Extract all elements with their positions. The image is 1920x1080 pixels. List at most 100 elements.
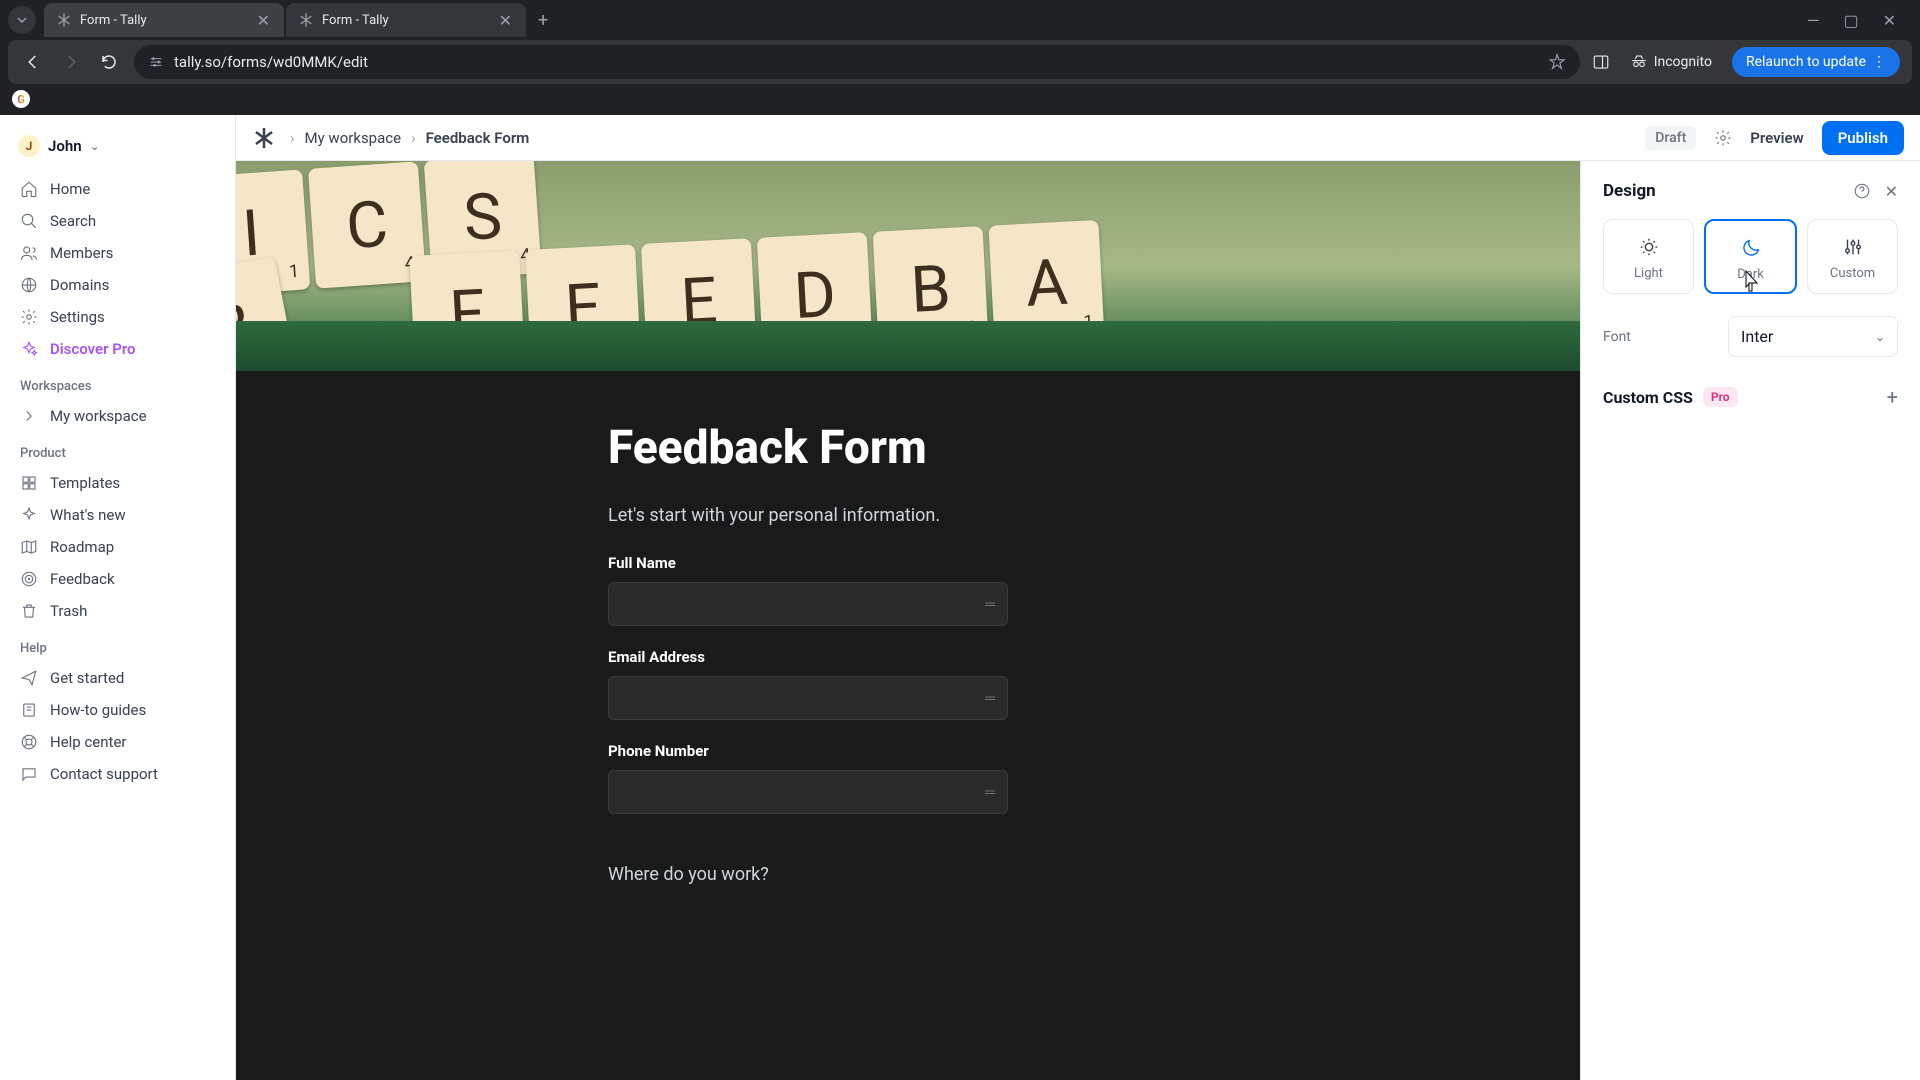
nav-members[interactable]: Members [10,237,225,269]
preview-button[interactable]: Preview [1750,129,1803,147]
workspace-item[interactable]: My workspace [10,400,225,432]
google-shortcut[interactable]: G [12,90,30,108]
asterisk-icon [56,12,72,28]
breadcrumb-workspace[interactable]: My workspace [305,129,402,147]
theme-custom[interactable]: Custom [1807,219,1898,294]
gear-icon [20,308,38,326]
form-intro[interactable]: Let's start with your personal informati… [608,505,1208,526]
nav-trash[interactable]: Trash [10,595,225,627]
custom-css-label: Custom CSS [1603,388,1693,407]
nav-whats-new[interactable]: What's new [10,499,225,531]
drag-handle-icon[interactable]: ═ [985,784,995,801]
nav-templates[interactable]: Templates [10,467,225,499]
avatar: J [18,135,40,157]
user-menu[interactable]: J John ⌄ [10,129,225,163]
nav-roadmap[interactable]: Roadmap [10,531,225,563]
custom-css-row: Custom CSS Pro + [1603,385,1898,409]
drag-handle-icon[interactable]: ═ [985,690,995,707]
font-label: Font [1603,329,1631,345]
nav-contact-support[interactable]: Contact support [10,758,225,790]
tab-search-button[interactable] [8,6,36,34]
cover-image[interactable]: I1 C4 S4 R1 F1 E1 E1 D3 B3 [236,161,1580,371]
browser-tab-active[interactable]: Form - Tally ✕ [44,3,284,37]
maximize-button[interactable]: ▢ [1843,11,1858,30]
site-settings-icon[interactable] [148,54,164,70]
book-icon [20,701,38,719]
nav-domains[interactable]: Domains [10,269,225,301]
home-icon [20,180,38,198]
form-title[interactable]: Feedback Form [608,421,1208,475]
app-container: J John ⌄ Home Search Members [0,115,1920,1080]
tally-logo-icon[interactable] [252,126,276,150]
nav-help-center[interactable]: Help center [10,726,225,758]
chevron-right-icon: › [290,129,295,147]
sparkle-icon [20,340,38,358]
breadcrumb-form[interactable]: Feedback Form [426,129,530,147]
field-label[interactable]: Full Name [608,554,1208,572]
forward-button[interactable] [58,49,84,75]
app-body: J John ⌄ Home Search Members [0,115,1920,1080]
nav-settings[interactable]: Settings [10,301,225,333]
nav-home[interactable]: Home [10,173,225,205]
drag-handle-icon[interactable]: ═ [985,596,995,613]
help-heading: Help [10,627,225,662]
nav-howto[interactable]: How-to guides [10,694,225,726]
help-icon[interactable] [1853,182,1871,201]
close-icon[interactable]: ✕ [497,9,514,32]
browser-chrome: Form - Tally ✕ Form - Tally ✕ + — ▢ ✕ ta… [0,0,1920,115]
nav-search[interactable]: Search [10,205,225,237]
form-text-block[interactable]: Where do you work? [608,864,1208,885]
side-panel-icon[interactable] [1592,53,1610,71]
font-value: Inter [1741,327,1773,346]
theme-light[interactable]: Light [1603,219,1694,294]
close-icon[interactable]: ✕ [1885,182,1898,201]
minimize-button[interactable]: — [1807,11,1820,30]
workspaces-list: My workspace [10,400,225,432]
theme-dark[interactable]: Dark [1704,219,1797,294]
incognito-indicator[interactable]: Incognito [1622,49,1720,75]
chevron-down-icon: ⌄ [1875,330,1885,344]
add-css-button[interactable]: + [1887,385,1898,409]
reload-button[interactable] [96,49,122,75]
moon-icon [1740,237,1762,259]
bookmark-icon[interactable] [1548,53,1566,71]
font-select[interactable]: Inter ⌄ [1728,316,1898,357]
publish-button[interactable]: Publish [1822,121,1904,155]
text-input[interactable]: ═ [608,582,1008,626]
settings-button[interactable] [1714,129,1732,147]
sun-icon [1638,236,1660,258]
form-canvas[interactable]: I1 C4 S4 R1 F1 E1 E1 D3 B3 [236,161,1580,1080]
text-input[interactable]: ═ [608,770,1008,814]
browser-tab[interactable]: Form - Tally ✕ [286,3,526,37]
sparkle-icon [20,506,38,524]
chevron-right-icon [20,407,38,425]
members-icon [20,244,38,262]
app-header: › My workspace › Feedback Form Draft Pre… [236,115,1920,161]
form-content: Feedback Form Let's start with your pers… [588,371,1228,935]
nav-get-started[interactable]: Get started [10,662,225,694]
sliders-icon [1842,236,1864,258]
close-icon[interactable]: ✕ [255,9,272,32]
incognito-icon [1630,53,1648,71]
chevron-down-icon [16,14,28,26]
field-label[interactable]: Phone Number [608,742,1208,760]
main-region: › My workspace › Feedback Form Draft Pre… [236,115,1920,1080]
breadcrumb: › My workspace › Feedback Form [290,129,529,147]
url-text: tally.so/forms/wd0MMK/edit [174,53,1538,71]
template-icon [20,474,38,492]
search-icon [20,212,38,230]
text-input[interactable]: ═ [608,676,1008,720]
chat-icon [20,765,38,783]
new-tab-button[interactable]: + [528,4,558,37]
field-label[interactable]: Email Address [608,648,1208,666]
address-bar[interactable]: tally.so/forms/wd0MMK/edit [134,45,1580,79]
back-button[interactable] [20,49,46,75]
relaunch-button[interactable]: Relaunch to update ⋮ [1732,47,1900,77]
chevron-right-icon: › [411,129,416,147]
nav-feedback[interactable]: Feedback [10,563,225,595]
nav-discover-pro[interactable]: Discover Pro [10,333,225,365]
close-window-button[interactable]: ✕ [1883,11,1896,30]
bookmark-bar: G [0,84,1920,114]
asterisk-icon [298,12,314,28]
product-nav: Templates What's new Roadmap Feedback Tr… [10,467,225,627]
